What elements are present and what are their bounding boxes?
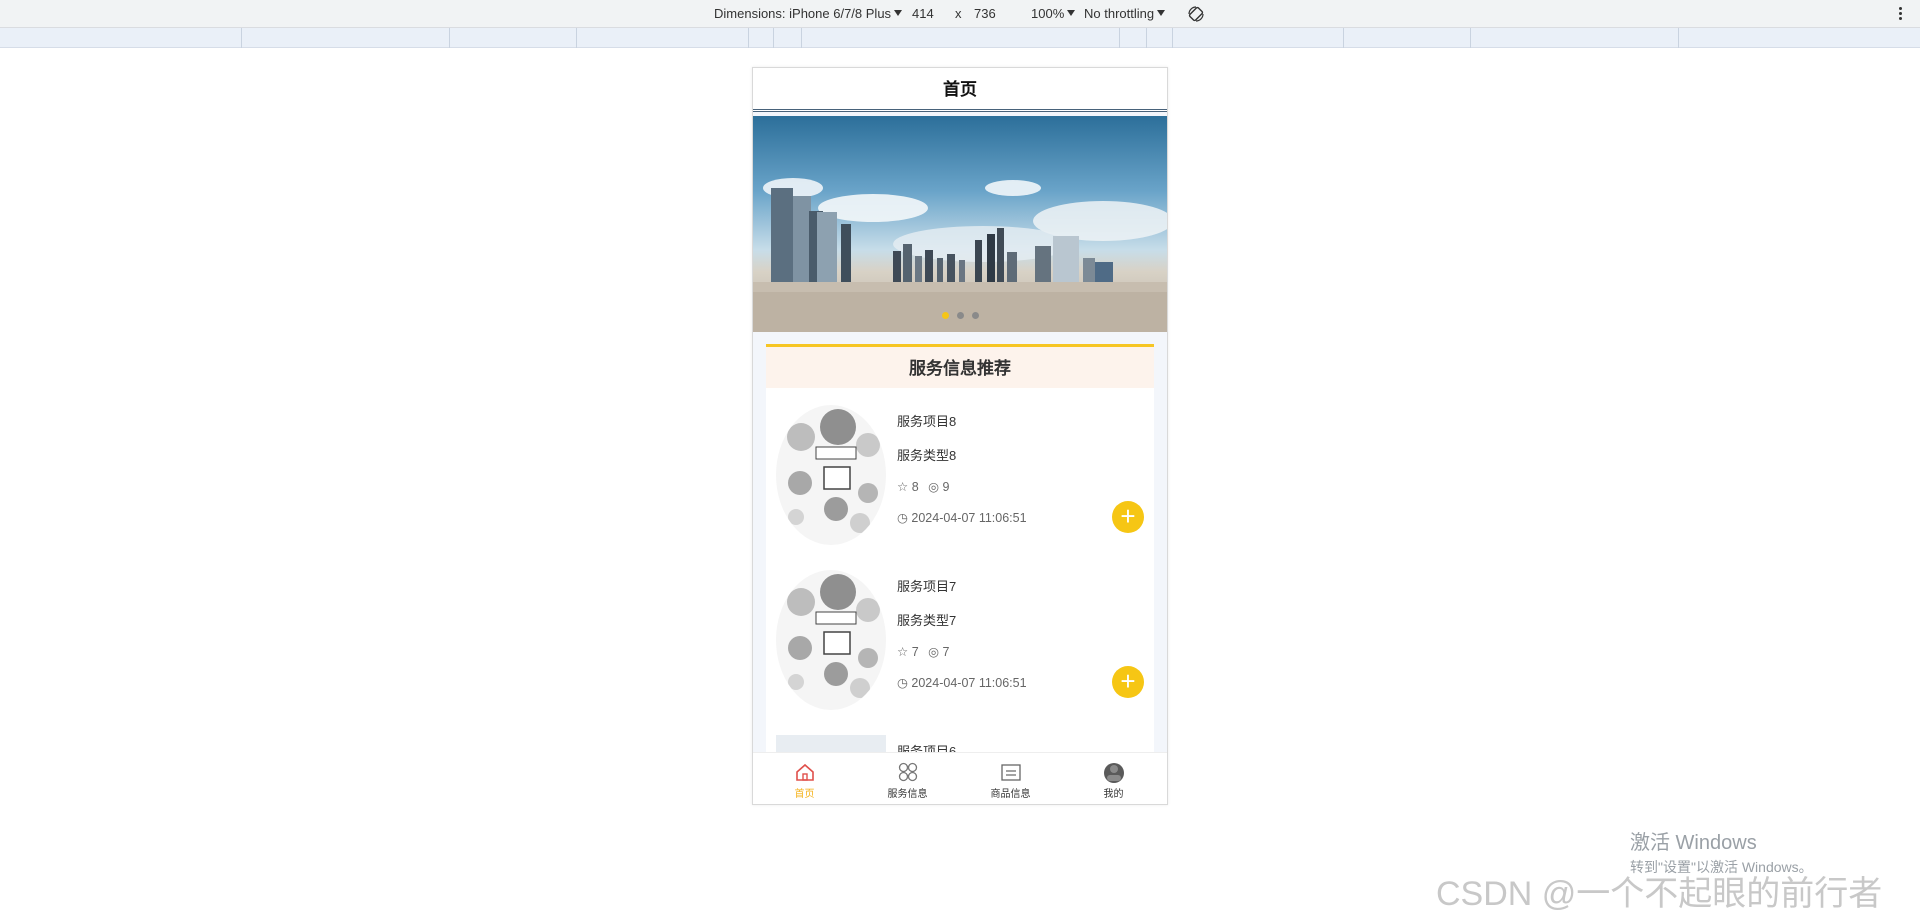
device-viewport: 首页 服务信息推荐 服务项目8 服务类型8 ☆ 8 ◎ 9 ◷ 2024-04-… bbox=[752, 67, 1168, 805]
service-card[interactable]: 服务项目8 服务类型8 ☆ 8 ◎ 9 ◷ 2024-04-07 11:06:5… bbox=[766, 391, 1154, 545]
chevron-down-icon bbox=[894, 10, 903, 16]
star-count: 7 bbox=[911, 645, 919, 659]
device-select[interactable]: Dimensions: iPhone 6/7/8 Plus bbox=[714, 0, 903, 28]
throttling-select[interactable]: No throttling bbox=[1084, 0, 1166, 28]
dimension-separator: x bbox=[955, 6, 962, 21]
device-select-label: Dimensions: iPhone 6/7/8 Plus bbox=[714, 6, 892, 21]
add-button[interactable]: + bbox=[1112, 666, 1144, 698]
zoom-select-label: 100% bbox=[1031, 6, 1065, 21]
ruler-segment[interactable] bbox=[801, 28, 802, 48]
service-type: 服务类型7 bbox=[897, 613, 957, 628]
plus-icon: + bbox=[1120, 501, 1136, 531]
watermark-line-1: 激活 Windows bbox=[1630, 832, 1757, 854]
tab-goods-info[interactable]: 商品信息 bbox=[959, 753, 1062, 804]
chevron-down-icon bbox=[1067, 10, 1076, 16]
ruler-segment[interactable] bbox=[576, 28, 577, 48]
eye-icon: ◎ bbox=[928, 645, 940, 659]
width-input[interactable]: 414 bbox=[912, 0, 934, 28]
clock-icon: ◷ bbox=[897, 676, 908, 690]
service-time: ◷ 2024-04-07 11:06:51 bbox=[897, 675, 1027, 690]
banner-image bbox=[753, 178, 1167, 332]
carousel-dot[interactable] bbox=[941, 312, 949, 319]
star-count: 8 bbox=[911, 480, 919, 494]
service-timestamp: 2024-04-07 11:06:51 bbox=[911, 511, 1027, 525]
carousel-dot[interactable] bbox=[971, 312, 979, 319]
service-card[interactable]: 服务项目7 服务类型7 ☆ 7 ◎ 7 ◷ 2024-04-07 11:06:5… bbox=[766, 556, 1154, 710]
add-button[interactable]: + bbox=[1112, 501, 1144, 533]
tab-mine[interactable]: 我的 bbox=[1062, 753, 1165, 804]
service-type: 服务类型8 bbox=[897, 448, 957, 463]
carousel-dot[interactable] bbox=[956, 312, 964, 319]
service-time: ◷ 2024-04-07 11:06:51 bbox=[897, 510, 1027, 525]
devtools-toolbar: Dimensions: iPhone 6/7/8 Plus 414 x 736 … bbox=[0, 0, 1920, 28]
page-title: 首页 bbox=[753, 68, 1167, 112]
tab-label: 我的 bbox=[1103, 789, 1124, 800]
view-count: 7 bbox=[942, 645, 950, 659]
service-timestamp: 2024-04-07 11:06:51 bbox=[911, 676, 1027, 690]
plus-icon: + bbox=[1120, 666, 1136, 696]
throttling-select-label: No throttling bbox=[1084, 6, 1155, 21]
service-recommend-section: 服务信息推荐 服务项目8 服务类型8 ☆ 8 ◎ 9 ◷ 2024-04-07 … bbox=[766, 344, 1154, 764]
tab-home[interactable]: 首页 bbox=[753, 753, 856, 804]
bottom-tab-bar: 首页 服务信息 商品信息 我的 bbox=[753, 752, 1167, 804]
service-thumbnail[interactable] bbox=[776, 570, 886, 710]
grid-icon bbox=[898, 762, 917, 782]
service-name: 服务项目7 bbox=[897, 579, 957, 594]
zoom-select[interactable]: 100% bbox=[1031, 0, 1076, 28]
tab-label: 商品信息 bbox=[990, 789, 1031, 800]
ruler-segment[interactable] bbox=[1172, 28, 1173, 48]
rotate-icon[interactable] bbox=[1187, 5, 1205, 23]
eye-icon: ◎ bbox=[928, 480, 940, 494]
section-title: 服务信息推荐 bbox=[766, 344, 1154, 388]
home-icon bbox=[795, 763, 814, 781]
chevron-down-icon bbox=[1157, 10, 1166, 16]
ruler-segment[interactable] bbox=[241, 28, 242, 48]
ruler-segment[interactable] bbox=[1146, 28, 1147, 48]
height-input[interactable]: 736 bbox=[974, 0, 996, 28]
ruler-segment[interactable] bbox=[1119, 28, 1120, 48]
cartoon-image bbox=[787, 409, 880, 533]
banner-carousel[interactable] bbox=[753, 116, 1167, 332]
star-icon: ☆ bbox=[897, 645, 909, 659]
view-count: 9 bbox=[942, 480, 950, 494]
cartoon-image bbox=[787, 574, 880, 698]
ruler-segment[interactable] bbox=[748, 28, 749, 48]
csdn-watermark: CSDN @一个不起眼的前行者 bbox=[1436, 875, 1883, 913]
avatar bbox=[1103, 763, 1124, 783]
ruler-segment[interactable] bbox=[1343, 28, 1344, 48]
tab-label: 首页 bbox=[794, 789, 815, 800]
tab-service-info[interactable]: 服务信息 bbox=[856, 753, 959, 804]
star-icon: ☆ bbox=[897, 480, 909, 494]
service-stats: ☆ 7 ◎ 7 bbox=[897, 644, 950, 659]
more-options-icon[interactable] bbox=[1895, 5, 1905, 23]
ruler-segment[interactable] bbox=[449, 28, 450, 48]
service-name: 服务项目8 bbox=[897, 414, 957, 429]
carousel-indicators bbox=[753, 306, 1167, 324]
ruler-segment[interactable] bbox=[1678, 28, 1679, 48]
ruler-segment[interactable] bbox=[773, 28, 774, 48]
service-thumbnail[interactable] bbox=[776, 405, 886, 545]
tab-label: 服务信息 bbox=[887, 789, 928, 800]
clock-icon: ◷ bbox=[897, 511, 908, 525]
media-query-ruler bbox=[0, 28, 1920, 48]
service-stats: ☆ 8 ◎ 9 bbox=[897, 479, 950, 494]
goods-icon bbox=[1000, 764, 1021, 781]
ruler-segment[interactable] bbox=[1470, 28, 1471, 48]
